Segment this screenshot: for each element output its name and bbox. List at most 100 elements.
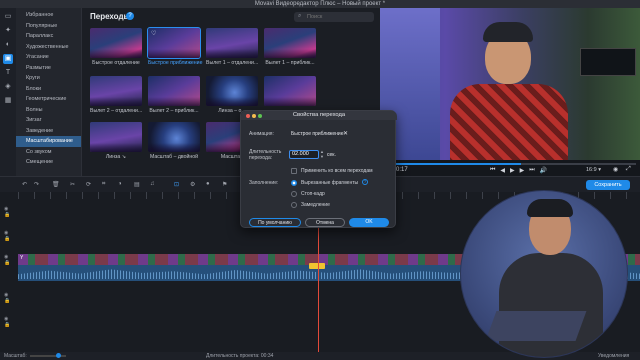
- category-item[interactable]: Размытие: [16, 63, 81, 74]
- transition-thumbnail: [90, 28, 142, 58]
- apply-all-checkbox[interactable]: [291, 168, 297, 174]
- skip-back-icon[interactable]: ⏮: [490, 167, 495, 174]
- transition-icon[interactable]: ▣: [3, 54, 13, 64]
- track-controls[interactable]: ◉ 🔒: [4, 206, 14, 218]
- skip-forward-icon[interactable]: ⏭: [529, 167, 534, 174]
- filter-icon[interactable]: ◐: [3, 40, 13, 50]
- track-controls[interactable]: ◉ 🔒: [4, 292, 14, 304]
- track-controls[interactable]: ◉ 🔒: [4, 254, 14, 266]
- transition-thumbnail: [264, 76, 316, 106]
- aspect-ratio-select[interactable]: 16:9 ▾: [586, 167, 601, 173]
- transition-label: Вылет 1 – приблик...: [265, 60, 315, 66]
- stabilize-icon[interactable]: ⊡: [174, 181, 179, 188]
- category-item[interactable]: Смещение: [16, 157, 81, 168]
- track-controls[interactable]: ◉ 🔒: [4, 230, 14, 242]
- redo-icon[interactable]: ↷: [34, 181, 39, 188]
- category-item[interactable]: Популярные: [16, 21, 81, 32]
- transition-tile[interactable]: Линза ↘: [90, 122, 142, 160]
- play-icon[interactable]: ▶: [510, 167, 515, 174]
- audio-icon[interactable]: ♫: [150, 181, 155, 187]
- transition-tile[interactable]: Вылет 2 – приблик...: [148, 76, 200, 114]
- fill-option-slow-motion[interactable]: [291, 202, 297, 208]
- heart-icon[interactable]: ♡: [151, 30, 156, 37]
- category-item[interactable]: Блоки: [16, 84, 81, 95]
- transition-thumbnail: [206, 76, 258, 106]
- scrub-bar[interactable]: [396, 163, 636, 165]
- rotate-icon[interactable]: ⟳: [86, 181, 91, 188]
- category-item[interactable]: Параллакс: [16, 31, 81, 42]
- category-item[interactable]: Избранное: [16, 10, 81, 21]
- transition-label: Вылет 1 – отдалени...: [206, 60, 259, 66]
- search-input[interactable]: [307, 13, 371, 21]
- step-back-icon[interactable]: ◀: [500, 167, 505, 174]
- file-icon[interactable]: ▭: [3, 12, 13, 22]
- category-item[interactable]: Зигзаг: [16, 115, 81, 126]
- search-icon: ⌕: [298, 13, 302, 19]
- webcam-overlay: [460, 190, 628, 358]
- transition-tile[interactable]: Масштаб – двойной: [148, 122, 200, 160]
- marker-icon[interactable]: ⚑: [222, 181, 227, 188]
- transition-tile[interactable]: Вылет 1 – отдалени...: [206, 28, 258, 66]
- grid-icon[interactable]: ▦: [3, 96, 13, 106]
- category-item[interactable]: Заведение: [16, 126, 81, 137]
- transition-tile[interactable]: Быстрое отдаление: [90, 28, 142, 66]
- transition-label: Вылет 2 – приблик...: [149, 108, 199, 114]
- close-window-icon[interactable]: [246, 113, 250, 118]
- fullscreen-icon[interactable]: ⤢: [626, 166, 631, 173]
- fill-option-cut-fragments[interactable]: [291, 180, 297, 186]
- zoom-slider-knob[interactable]: [56, 353, 61, 358]
- volume-icon[interactable]: 🔊: [540, 167, 547, 174]
- magic-icon[interactable]: ✦: [3, 26, 13, 36]
- category-item[interactable]: Волны: [16, 105, 81, 116]
- transition-marker[interactable]: [309, 263, 325, 269]
- step-forward-icon[interactable]: ▶: [520, 167, 525, 174]
- undo-icon[interactable]: ↶: [22, 181, 27, 188]
- color-icon[interactable]: ◑: [118, 181, 122, 187]
- record-icon[interactable]: ●: [206, 181, 210, 187]
- fill-option-freeze-frame[interactable]: [291, 191, 297, 197]
- crop-icon[interactable]: ⌗: [102, 181, 105, 188]
- transition-tool-icon[interactable]: ▤: [134, 181, 140, 188]
- settings-icon[interactable]: ⚙: [190, 181, 195, 188]
- duration-unit: сек.: [327, 152, 336, 158]
- transition-tile[interactable]: Линза – о...: [206, 76, 258, 114]
- export-button[interactable]: Сохранить: [586, 180, 630, 190]
- category-item[interactable]: Геометрические: [16, 94, 81, 105]
- scrub-progress: [396, 163, 521, 165]
- category-item[interactable]: Со звуком: [16, 147, 81, 158]
- tool-rail: ▭ ✦ ◐ ▣ T ◈ ▦: [0, 8, 16, 176]
- clear-icon[interactable]: ✕: [343, 130, 348, 137]
- search-box[interactable]: ⌕: [294, 12, 374, 22]
- transition-tile[interactable]: [264, 76, 316, 108]
- transition-tile[interactable]: Вылет 2 – отдалени...: [90, 76, 142, 114]
- duration-input[interactable]: 02.000: [289, 150, 319, 159]
- player-controls: 0:17 ⏮ ◀ ▶ ▶ ⏭ 🔊 16:9 ▾ ◉ ⤢: [380, 160, 640, 176]
- cut-icon[interactable]: ✂: [70, 181, 75, 188]
- duration-stepper[interactable]: ▲ ▼: [320, 149, 324, 159]
- transition-tile-selected[interactable]: ♡ Быстрое приближение: [147, 27, 202, 66]
- default-button[interactable]: По умолчанию: [249, 218, 301, 227]
- delete-icon[interactable]: 🗑: [52, 181, 60, 188]
- panel-title: Переходы: [90, 12, 131, 21]
- text-icon[interactable]: T: [3, 68, 13, 78]
- category-item-active[interactable]: Масштабирование: [16, 136, 81, 147]
- category-item[interactable]: Художественные: [16, 42, 81, 53]
- ok-button[interactable]: OK: [349, 218, 389, 227]
- transition-thumbnail: ♡: [147, 27, 201, 59]
- minimize-window-icon[interactable]: [252, 113, 256, 118]
- zoom-window-icon[interactable]: [258, 113, 262, 118]
- sticker-icon[interactable]: ◈: [3, 82, 13, 92]
- help-icon[interactable]: ?: [126, 12, 134, 20]
- window-title: Movavi Видеоредактор Плюс – Новый проект…: [0, 0, 640, 8]
- transition-thumbnail: [90, 122, 142, 152]
- snapshot-icon[interactable]: ◉: [613, 166, 618, 173]
- cancel-button[interactable]: Отмена: [305, 218, 345, 227]
- fill-option-label: Замедление: [301, 202, 330, 208]
- category-item[interactable]: Круги: [16, 73, 81, 84]
- track-controls[interactable]: ◉ 🔒: [4, 316, 14, 328]
- transition-label: Быстрое отдаление: [92, 60, 140, 66]
- info-icon[interactable]: ?: [362, 179, 368, 185]
- video-preview[interactable]: [380, 8, 640, 166]
- category-item[interactable]: Угасание: [16, 52, 81, 63]
- transition-tile[interactable]: Вылет 1 – приблик...: [264, 28, 316, 66]
